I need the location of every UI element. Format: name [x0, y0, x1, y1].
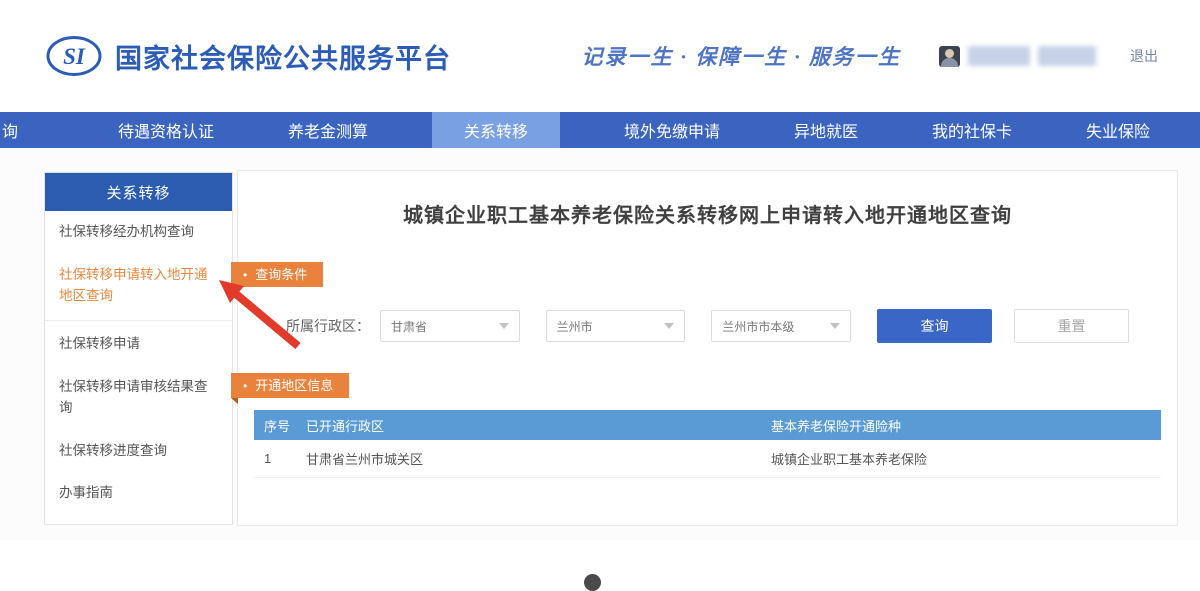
user-avatar-icon	[939, 45, 960, 67]
bottom-partial-circle	[584, 574, 601, 591]
redacted-block	[968, 46, 1030, 66]
nav-item-overseas-exemption[interactable]: 境外免缴申请	[614, 112, 730, 148]
province-select-value: 甘肃省	[391, 319, 428, 334]
nav-item-my-social-card[interactable]: 我的社保卡	[922, 112, 1022, 148]
open-region-info-label: 开通地区信息	[255, 378, 334, 393]
tag-bullet: •	[243, 267, 248, 282]
sidebar: 关系转移 社保转移经办机构查询 社保转移申请转入地开通地区查询 社保转移申请 社…	[44, 172, 233, 525]
sidebar-item-transfer-in-open-region-query[interactable]: 社保转移申请转入地开通地区查询	[45, 254, 232, 318]
region-label: 所属行政区：	[286, 318, 370, 334]
reset-button[interactable]: 重置	[1014, 309, 1130, 343]
nav-item-relationship-transfer[interactable]: 关系转移	[432, 112, 561, 148]
city-select-value: 兰州市	[556, 319, 593, 334]
avatar-body	[941, 57, 958, 67]
cell-region: 甘肃省兰州市城关区	[306, 452, 424, 467]
sidebar-divider	[45, 319, 232, 321]
chevron-down-icon	[830, 323, 841, 329]
nav-item-benefit-certification[interactable]: 待遇资格认证	[108, 112, 224, 148]
main-nav: 询 待遇资格认证 养老金测算 关系转移 境外免缴申请 异地就医 我的社保卡 失业…	[0, 112, 1200, 148]
nav-item-unemployment-insurance[interactable]: 失业保险	[1076, 112, 1160, 148]
open-region-info-tag: • 开通地区信息	[231, 373, 350, 404]
province-select[interactable]: 甘肃省	[380, 310, 520, 342]
cell-insurance-type: 城镇企业职工基本养老保险	[771, 452, 928, 467]
nav-item-pension-calc[interactable]: 养老金测算	[278, 112, 378, 148]
open-regions-table: 序号 已开通行政区 基本养老保险开通险种 1 甘肃省兰州市城关区 城镇企业职工基…	[254, 410, 1161, 478]
tag-bullet: •	[243, 378, 248, 393]
si-logo-text: SI	[63, 44, 86, 69]
sidebar-item-guide[interactable]: 办事指南	[45, 472, 232, 515]
brand: SI 国家社会保险公共服务平台	[45, 34, 451, 78]
query-form-row: 所属行政区： 甘肃省 兰州市 兰州市市本级 查询 重置	[238, 309, 1177, 343]
app-header: SI 国家社会保险公共服务平台 记录一生 · 保障一生 · 服务一生 退出	[0, 0, 1200, 112]
sidebar-title: 关系转移	[45, 173, 232, 211]
si-logo-icon: SI	[46, 36, 102, 76]
query-conditions-tag: • 查询条件	[231, 262, 324, 293]
table-header-row: 序号 已开通行政区 基本养老保险开通险种	[254, 410, 1161, 440]
col-header-index: 序号	[264, 418, 291, 434]
sidebar-item-audit-result-query[interactable]: 社保转移申请审核结果查询	[45, 366, 232, 430]
redacted-username	[968, 46, 1096, 66]
query-conditions-label: 查询条件	[255, 267, 308, 282]
logout-link[interactable]: 退出	[1130, 46, 1158, 66]
redacted-block	[1038, 46, 1096, 66]
query-button[interactable]: 查询	[877, 309, 993, 343]
nav-item-cutoff[interactable]: 询	[0, 112, 24, 148]
district-select-value: 兰州市市本级	[722, 319, 795, 334]
main-panel: 城镇企业职工基本养老保险关系转移网上申请转入地开通地区查询 • 查询条件 所属行…	[231, 170, 1178, 526]
table-row: 1 甘肃省兰州市城关区 城镇企业职工基本养老保险	[254, 440, 1161, 478]
avatar-head	[945, 48, 954, 58]
slogan-text: 记录一生 · 保障一生 · 服务一生	[581, 45, 901, 69]
chevron-down-icon	[498, 323, 509, 329]
sidebar-item-transfer-apply[interactable]: 社保转移申请	[45, 323, 232, 366]
cell-index: 1	[264, 451, 272, 466]
sidebar-item-agency-query[interactable]: 社保转移经办机构查询	[45, 211, 232, 254]
nav-item-remote-medical[interactable]: 异地就医	[784, 112, 868, 148]
page-title: 城镇企业职工基本养老保险关系转移网上申请转入地开通地区查询	[403, 205, 1012, 227]
col-header-region: 已开通行政区	[306, 418, 385, 434]
city-select[interactable]: 兰州市	[545, 310, 686, 342]
col-header-insurance-type: 基本养老保险开通险种	[771, 418, 902, 434]
district-select[interactable]: 兰州市市本级	[711, 310, 852, 342]
user-area: 退出	[939, 45, 1158, 67]
sidebar-item-progress-query[interactable]: 社保转移进度查询	[45, 430, 232, 473]
chevron-down-icon	[664, 323, 675, 329]
app-title: 国家社会保险公共服务平台	[115, 43, 451, 74]
